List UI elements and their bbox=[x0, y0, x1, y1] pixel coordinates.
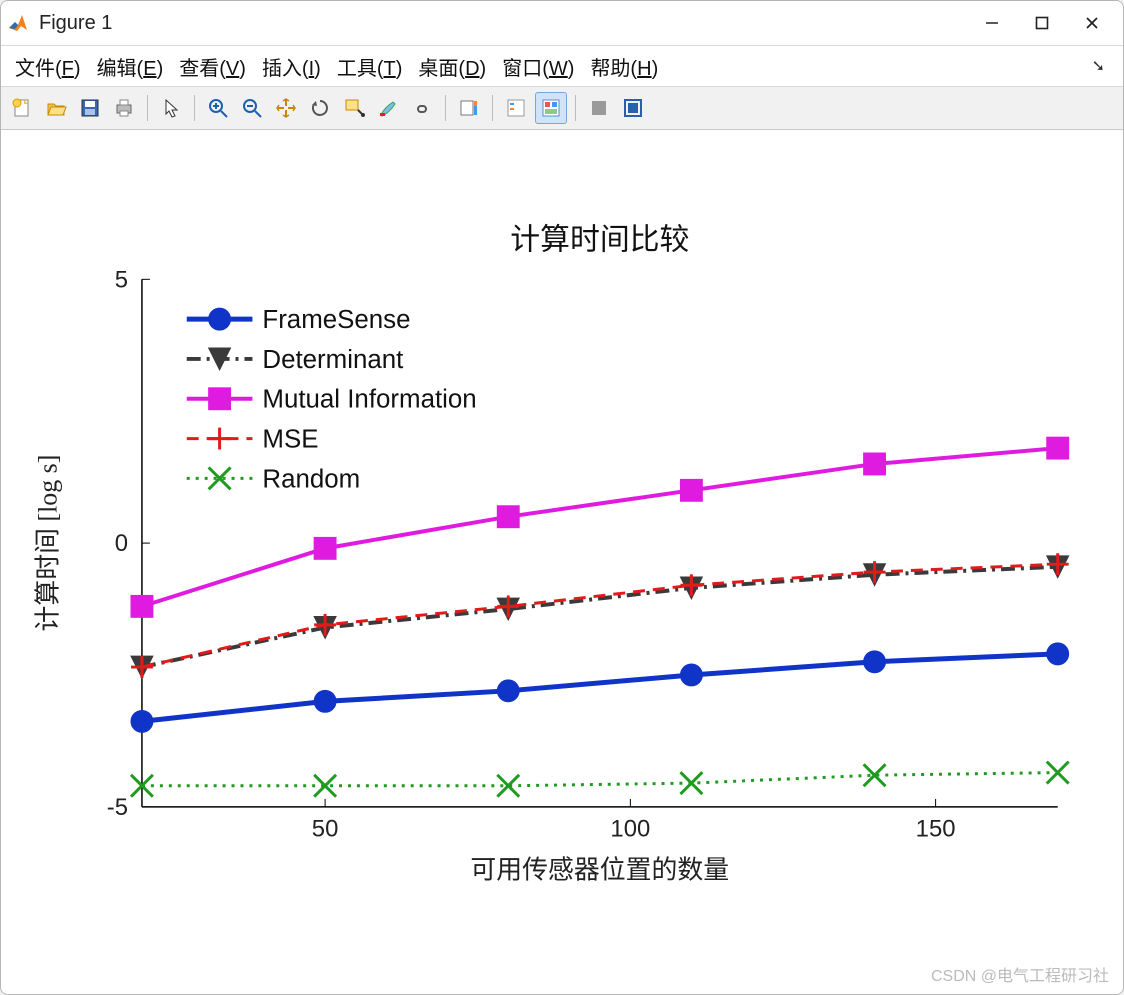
new-figure-icon[interactable] bbox=[7, 93, 37, 123]
axes-area[interactable]: 计算时间比较 50 100 150 -5 0 5 可用传感器位置的数量 计算时间 [log s]… bbox=[1, 130, 1123, 994]
hide-tools-icon[interactable] bbox=[584, 93, 614, 123]
svg-text:5: 5 bbox=[115, 266, 128, 293]
toolbar-separator bbox=[575, 95, 576, 121]
series-Random bbox=[131, 762, 1069, 797]
series-FrameSense bbox=[131, 643, 1069, 732]
svg-text:计算时间比较: 计算时间比较 bbox=[510, 223, 689, 256]
link-icon[interactable] bbox=[407, 93, 437, 123]
menu-edit[interactable]: 编辑(E) bbox=[91, 50, 170, 83]
rotate-icon[interactable] bbox=[305, 93, 335, 123]
menu-help[interactable]: 帮助(H) bbox=[584, 50, 664, 83]
save-icon[interactable] bbox=[75, 93, 105, 123]
series-Mutual Information bbox=[131, 437, 1069, 617]
toolbar-separator bbox=[445, 95, 446, 121]
watermark-text: CSDN @电气工程研习社 bbox=[931, 962, 1109, 986]
figure-window: Figure 1 文件(F) 编辑(E) 查看(V) 插入(I) 工具(T) 桌… bbox=[0, 0, 1124, 995]
titlebar: Figure 1 bbox=[1, 1, 1123, 46]
zoom-in-icon[interactable] bbox=[203, 93, 233, 123]
toolbar-separator bbox=[492, 95, 493, 121]
svg-text:FrameSense: FrameSense bbox=[262, 306, 410, 334]
toolbar-separator bbox=[147, 95, 148, 121]
svg-text:150: 150 bbox=[916, 816, 956, 843]
maximize-button[interactable] bbox=[1017, 7, 1067, 39]
data-cursor-icon[interactable] bbox=[339, 93, 369, 123]
toolbar-separator bbox=[194, 95, 195, 121]
dock-arrow-icon[interactable]: ➘ bbox=[1092, 56, 1115, 76]
close-button[interactable] bbox=[1067, 7, 1117, 39]
menu-file[interactable]: 文件(F) bbox=[9, 50, 87, 83]
menu-tools[interactable]: 工具(T) bbox=[331, 50, 409, 83]
svg-text:计算时间 [log s]: 计算时间 [log s] bbox=[33, 455, 62, 632]
svg-text:Random: Random bbox=[262, 465, 360, 493]
menu-insert[interactable]: 插入(I) bbox=[256, 50, 327, 83]
svg-text:Determinant: Determinant bbox=[262, 346, 403, 374]
show-tools-icon[interactable] bbox=[618, 93, 648, 123]
svg-text:-5: -5 bbox=[107, 794, 128, 821]
svg-text:0: 0 bbox=[115, 530, 128, 557]
menu-desktop[interactable]: 桌面(D) bbox=[412, 50, 492, 83]
toolbar bbox=[1, 87, 1123, 130]
svg-text:50: 50 bbox=[312, 816, 339, 843]
menubar: 文件(F) 编辑(E) 查看(V) 插入(I) 工具(T) 桌面(D) 窗口(W… bbox=[1, 46, 1123, 87]
chart: 计算时间比较 50 100 150 -5 0 5 可用传感器位置的数量 计算时间 [log s]… bbox=[1, 130, 1123, 994]
svg-text:Mutual Information: Mutual Information bbox=[262, 386, 476, 414]
menu-view[interactable]: 查看(V) bbox=[173, 50, 252, 83]
matlab-icon bbox=[7, 12, 29, 34]
pointer-icon[interactable] bbox=[156, 93, 186, 123]
svg-text:100: 100 bbox=[610, 816, 650, 843]
menu-window[interactable]: 窗口(W) bbox=[496, 50, 580, 83]
pan-icon[interactable] bbox=[271, 93, 301, 123]
svg-text:MSE: MSE bbox=[262, 426, 318, 454]
open-icon[interactable] bbox=[41, 93, 71, 123]
zoom-out-icon[interactable] bbox=[237, 93, 267, 123]
print-icon[interactable] bbox=[109, 93, 139, 123]
plot-browser-icon[interactable] bbox=[535, 92, 567, 124]
svg-text:可用传感器位置的数量: 可用传感器位置的数量 bbox=[470, 856, 729, 885]
brush-icon[interactable] bbox=[373, 93, 403, 123]
minimize-button[interactable] bbox=[967, 7, 1017, 39]
window-title: Figure 1 bbox=[39, 12, 967, 35]
legend[interactable]: FrameSense Determinant Mutual Information M… bbox=[187, 306, 477, 493]
legend-icon[interactable] bbox=[501, 93, 531, 123]
colorbar-icon[interactable] bbox=[454, 93, 484, 123]
